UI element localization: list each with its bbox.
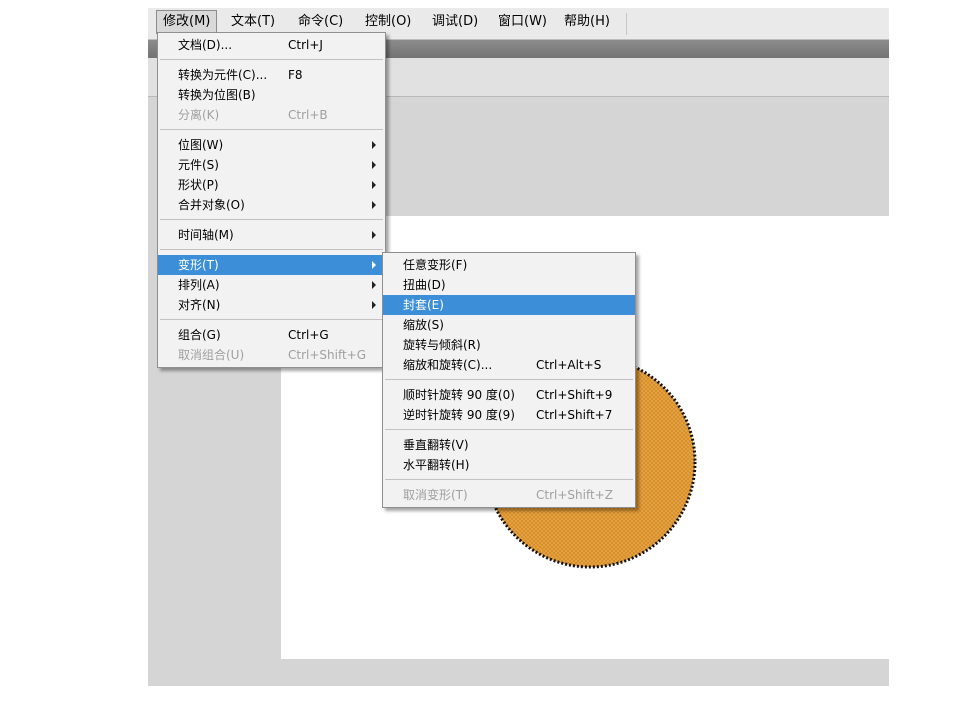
menu-item-label: 位图(W) [178, 138, 224, 152]
menu-separator [160, 59, 383, 60]
menu-item-scale[interactable]: 缩放(S) [383, 315, 635, 335]
menu-item-shortcut: Ctrl+Shift+Z [536, 488, 613, 502]
menu-separator [385, 379, 633, 380]
menu-item-timeline[interactable]: 时间轴(M) [158, 225, 385, 245]
menu-item-label: 旋转与倾斜(R) [403, 338, 481, 352]
menu-item-rotate-90-ccw[interactable]: 逆时针旋转 90 度(9) Ctrl+Shift+7 [383, 405, 635, 425]
menu-item-label: 任意变形(F) [403, 258, 468, 272]
menu-item-label: 变形(T) [178, 258, 219, 272]
submenu-arrow-icon [372, 281, 376, 289]
menu-item-symbol[interactable]: 元件(S) [158, 155, 385, 175]
submenu-arrow-icon [372, 161, 376, 169]
menu-item-flip-vertical[interactable]: 垂直翻转(V) [383, 435, 635, 455]
menu-item-shortcut: Ctrl+Shift+9 [536, 388, 613, 402]
menu-item-convert-to-symbol[interactable]: 转换为元件(C)... F8 [158, 65, 385, 85]
menu-item-rotate-90-cw[interactable]: 顺时针旋转 90 度(0) Ctrl+Shift+9 [383, 385, 635, 405]
menu-item-label: 转换为位图(B) [178, 88, 256, 102]
submenu-arrow-icon [372, 231, 376, 239]
menu-debug[interactable]: 调试(D) [426, 11, 484, 33]
menu-item-shortcut: F8 [288, 68, 303, 82]
menu-help[interactable]: 帮助(H) [558, 11, 616, 33]
menu-item-bitmap[interactable]: 位图(W) [158, 135, 385, 155]
menu-item-label: 取消组合(U) [178, 348, 245, 362]
menu-separator [160, 319, 383, 320]
menu-item-label: 时间轴(M) [178, 228, 234, 242]
menu-item-rotate-and-skew[interactable]: 旋转与倾斜(R) [383, 335, 635, 355]
menu-item-label: 缩放和旋转(C)... [403, 358, 493, 372]
submenu-arrow-icon [372, 181, 376, 189]
menu-item-label: 组合(G) [178, 328, 221, 342]
menu-item-label: 逆时针旋转 90 度(9) [403, 408, 515, 422]
menu-item-label: 缩放(S) [403, 318, 444, 332]
menu-item-shortcut: Ctrl+J [288, 38, 323, 52]
menu-item-ungroup: 取消组合(U) Ctrl+Shift+G [158, 345, 385, 365]
menu-control[interactable]: 控制(O) [359, 11, 417, 33]
menu-item-label: 排列(A) [178, 278, 220, 292]
menu-separator [160, 129, 383, 130]
submenu-arrow-icon [372, 261, 376, 269]
menu-text[interactable]: 文本(T) [225, 11, 281, 33]
menu-item-align[interactable]: 对齐(N) [158, 295, 385, 315]
menu-item-shortcut: Ctrl+B [288, 108, 328, 122]
menu-item-shortcut: Ctrl+Shift+G [288, 348, 367, 362]
menu-separator [385, 479, 633, 480]
menu-separator [160, 219, 383, 220]
menu-item-label: 取消变形(T) [403, 488, 468, 502]
menu-item-label: 扭曲(D) [403, 278, 446, 292]
transform-submenu: 任意变形(F) 扭曲(D) 封套(E) 缩放(S) 旋转与倾斜(R) 缩放和旋转… [382, 252, 636, 508]
menu-separator [160, 249, 383, 250]
menu-item-envelope[interactable]: 封套(E) [383, 295, 635, 315]
menu-item-shortcut: Ctrl+Shift+7 [536, 408, 613, 422]
menubar-divider [626, 13, 627, 35]
modify-menu: 文档(D)... Ctrl+J 转换为元件(C)... F8 转换为位图(B) 分离… [157, 32, 386, 368]
menu-modify[interactable]: 修改(M) [156, 10, 218, 34]
menu-item-arrange[interactable]: 排列(A) [158, 275, 385, 295]
menu-window[interactable]: 窗口(W) [492, 11, 553, 33]
menu-item-combine-objects[interactable]: 合并对象(O) [158, 195, 385, 215]
menu-item-group[interactable]: 组合(G) Ctrl+G [158, 325, 385, 345]
submenu-arrow-icon [372, 141, 376, 149]
menu-item-label: 元件(S) [178, 158, 219, 172]
menu-item-document[interactable]: 文档(D)... Ctrl+J [158, 35, 385, 55]
menu-item-label: 对齐(N) [178, 298, 221, 312]
menu-item-shortcut: Ctrl+Alt+S [536, 358, 602, 372]
menu-item-label: 形状(P) [178, 178, 219, 192]
menu-item-free-transform[interactable]: 任意变形(F) [383, 255, 635, 275]
menu-item-label: 垂直翻转(V) [403, 438, 469, 452]
menu-item-label: 水平翻转(H) [403, 458, 470, 472]
menu-item-distort[interactable]: 扭曲(D) [383, 275, 635, 295]
menu-item-break-apart: 分离(K) Ctrl+B [158, 105, 385, 125]
menu-item-transform[interactable]: 变形(T) [158, 255, 385, 275]
menu-item-shape[interactable]: 形状(P) [158, 175, 385, 195]
menu-item-label: 文档(D)... [178, 38, 233, 52]
menu-item-label: 合并对象(O) [178, 198, 245, 212]
menu-item-label: 封套(E) [403, 298, 444, 312]
menu-item-label: 分离(K) [178, 108, 220, 122]
menu-item-label: 转换为元件(C)... [178, 68, 268, 82]
menu-item-flip-horizontal[interactable]: 水平翻转(H) [383, 455, 635, 475]
submenu-arrow-icon [372, 301, 376, 309]
menu-item-shortcut: Ctrl+G [288, 328, 329, 342]
menu-commands[interactable]: 命令(C) [292, 11, 349, 33]
menu-separator [385, 429, 633, 430]
menu-item-remove-transform: 取消变形(T) Ctrl+Shift+Z [383, 485, 635, 505]
menu-item-scale-and-rotate[interactable]: 缩放和旋转(C)... Ctrl+Alt+S [383, 355, 635, 375]
menu-item-convert-to-bitmap[interactable]: 转换为位图(B) [158, 85, 385, 105]
submenu-arrow-icon [372, 201, 376, 209]
menu-item-label: 顺时针旋转 90 度(0) [403, 388, 515, 402]
